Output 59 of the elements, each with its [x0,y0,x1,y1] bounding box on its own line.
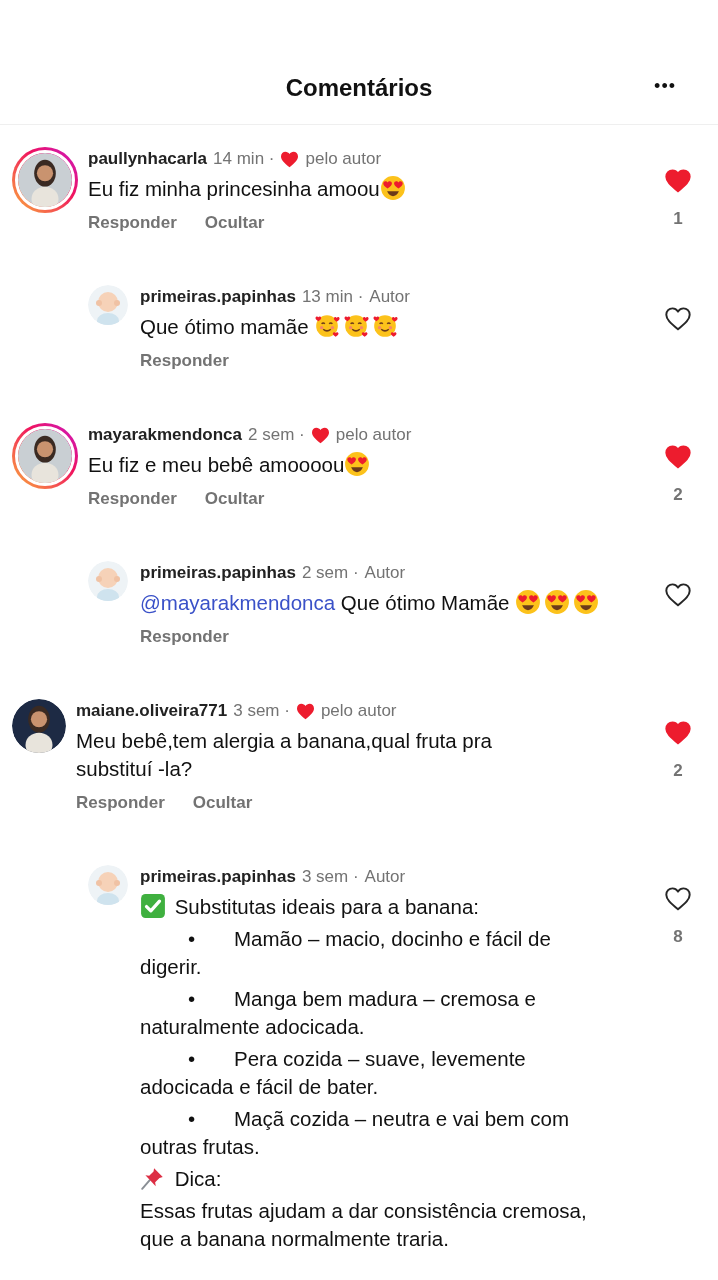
smiling-face-hearts-icon [343,313,370,339]
comment-text: Essas frutas ajudam a dar consistência cremosa, que a banana normalmente traria. [140,1198,588,1252]
comment-time: 14 min · [213,149,275,169]
comment-action-link[interactable]: Ocultar [204,489,265,509]
heart-eyes-emoji-icon [544,589,571,615]
smiling-face-hearts-icon [372,313,399,339]
comment-text: Eu fiz e meu bebê amoooou [88,451,568,479]
comment-action-link[interactable]: Ocultar [204,213,265,233]
comment-text: Eu fiz minha princesinha amoou [88,175,568,203]
like-count: 2 [673,485,683,505]
username[interactable]: mayarakmendonca [88,425,243,445]
heart-outline-icon[interactable] [665,307,691,331]
comment-action-link[interactable]: Responder [76,793,165,813]
heart-eyes-emoji-icon [515,589,542,615]
like-count: 2 [673,761,683,781]
comment-time: 3 sem · [233,701,290,721]
comment-text: • Pera cozida – suave, levemente adocicada e fácil de bater. [140,1046,527,1100]
author-label: Autor [364,867,406,887]
heart-icon[interactable] [665,721,691,745]
comment-action-link[interactable]: Responder [88,213,177,233]
comment-text: Dica: [140,1165,610,1193]
comment-action-link[interactable]: Ocultar [192,793,253,813]
heart-icon[interactable] [665,445,691,469]
heart-icon[interactable] [665,169,691,193]
comment-time: 13 min · [301,287,364,307]
username[interactable]: maiane.oliveira771 [76,701,228,721]
comment-text: Substitutas ideais para a banana: [140,893,610,921]
username[interactable]: primeiras.papinhas [140,287,296,307]
comment-text: • Mamão – macio, docinho e fácil de digerir. [140,926,552,980]
username[interactable]: primeiras.papinhas [140,867,296,887]
more-button[interactable]: ••• [650,72,680,101]
heart-eyes-emoji-icon [573,589,600,615]
comment-time: 2 sem · [301,563,359,583]
like-count: 1 [673,209,683,229]
comment-action-link[interactable]: Responder [140,351,229,371]
author-label: Autor [369,287,410,307]
comment-text: • Manga bem madura – cremosa e naturalmente adocicada. [140,986,537,1040]
comment-time: 2 sem · [248,425,305,445]
comment-text: Meu bebê,tem alergia a banana,qual fruta pra substituí -la? [76,728,493,782]
heart-outline-icon[interactable] [665,583,691,607]
like-count: 8 [673,927,683,947]
comment-text: Que ótimo mamãe [140,313,610,341]
liked-by-author-label: pelo autor [305,149,382,169]
comment-action-link[interactable]: Responder [88,489,177,509]
comment-action-link[interactable]: Responder [140,627,229,647]
liked-by-author-label: pelo autor [320,701,397,721]
smiling-face-hearts-icon [314,313,341,339]
heart-eyes-emoji-icon [344,451,371,477]
author-label: Autor [364,563,406,583]
heart-outline-icon[interactable] [665,887,691,911]
heart-eyes-emoji-icon [379,175,406,201]
username[interactable]: primeiras.papinhas [140,563,296,583]
check-mark-icon [140,893,166,919]
comment-time: 3 sem · [301,867,359,887]
page-title: Comentários [285,74,433,102]
username[interactable]: paullynhacarla [88,149,208,169]
liked-by-author-label: pelo autor [335,425,412,445]
comment-text: @mayarakmendonca Que ótimo Mamãe [140,589,610,617]
comment-text: • Maçã cozida – neutra e vai bem com outras frutas. [140,1106,570,1160]
